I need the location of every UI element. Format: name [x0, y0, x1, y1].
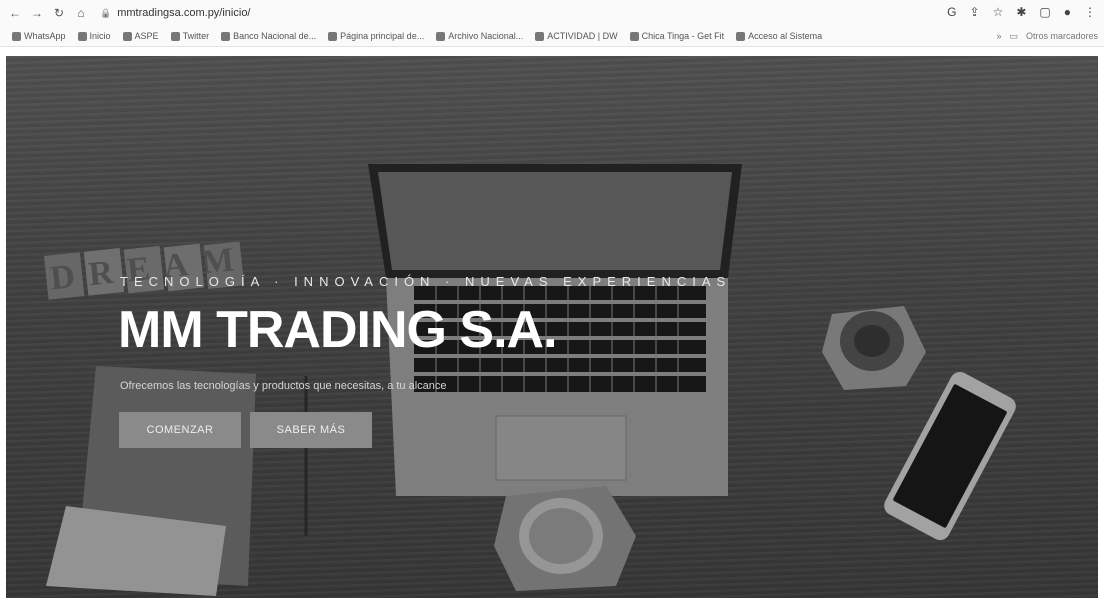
saber-mas-button[interactable]: SABER MÁS	[250, 412, 372, 448]
hero-tagline: TECNOLOGÍA · INNOVACIÓN · NUEVAS EXPERIE…	[120, 274, 732, 289]
comenzar-button[interactable]: COMENZAR	[119, 412, 241, 448]
mail-icon	[77, 31, 87, 41]
globe-icon	[328, 31, 338, 41]
chevron-right-icon: »	[996, 31, 1002, 41]
back-icon[interactable]: ←	[8, 6, 22, 20]
bookmark-archivo-nacional[interactable]: Archivo Nacional...	[436, 31, 523, 41]
google-icon[interactable]: G	[947, 5, 956, 19]
address-bar[interactable]: 🔒 mmtradingsa.com.py/inicio/	[100, 7, 251, 19]
extensions-icon[interactable]: ✱	[1016, 5, 1026, 19]
twitter-icon	[170, 31, 180, 41]
bookmark-whatsapp[interactable]: WhatsApp	[12, 31, 66, 41]
fitness-icon	[629, 31, 639, 41]
hero-title: MM TRADING S.A.	[118, 301, 558, 359]
grid-icon	[122, 31, 132, 41]
bookmark-banco-nacional[interactable]: Banco Nacional de...	[221, 31, 316, 41]
bookmark-inicio[interactable]: Inicio	[77, 31, 111, 41]
bookmark-aspe[interactable]: ASPE	[122, 31, 159, 41]
url-text: mmtradingsa.com.py/inicio/	[117, 7, 251, 19]
share-icon[interactable]: ⇪	[970, 5, 980, 19]
home-icon[interactable]: ⌂	[74, 6, 88, 20]
folder-icon: ▭	[1009, 31, 1018, 41]
whatsapp-icon	[12, 31, 21, 41]
bookmark-chica-tinga[interactable]: Chica Tinga - Get Fit	[629, 31, 724, 41]
page-bottom-edge	[0, 598, 1104, 608]
hero-subtitle: Ofrecemos las tecnologías y productos qu…	[120, 380, 447, 392]
reload-icon[interactable]: ↻	[52, 6, 66, 20]
bank-icon	[221, 31, 231, 41]
star-icon[interactable]: ☆	[993, 5, 1004, 19]
bookmark-twitter[interactable]: Twitter	[170, 31, 209, 41]
bookmark-pagina-principal[interactable]: Página principal de...	[328, 31, 424, 41]
other-bookmarks[interactable]: » ▭ Otros marcadores	[996, 31, 1098, 42]
browser-toolbar: ← → ↻ ⌂ 🔒 mmtradingsa.com.py/inicio/ G ⇪…	[0, 0, 1104, 26]
bookmark-actividad-dw[interactable]: ACTIVIDAD | DW	[535, 31, 618, 41]
archive-icon	[436, 31, 446, 41]
other-bookmarks-label: Otros marcadores	[1025, 31, 1098, 41]
browser-actions: G ⇪ ☆ ✱ ▢ ● ⋮	[947, 5, 1096, 19]
bookmark-acceso-sistema[interactable]: Acceso al Sistema	[736, 31, 822, 41]
forward-icon[interactable]: →	[30, 6, 44, 20]
login-icon	[736, 31, 746, 41]
tab-search-icon[interactable]: ▢	[1039, 5, 1050, 19]
dw-icon	[535, 31, 545, 41]
menu-icon[interactable]: ⋮	[1084, 5, 1096, 19]
profile-icon[interactable]: ●	[1064, 5, 1071, 19]
hero-section: DREAM TECNOLOGÍA · INNOVACIÓN · NUEVAS E…	[6, 56, 1098, 598]
lock-icon: 🔒	[100, 7, 112, 18]
bookmarks-bar: WhatsApp Inicio ASPE Twitter Banco Nacio…	[0, 26, 1104, 47]
